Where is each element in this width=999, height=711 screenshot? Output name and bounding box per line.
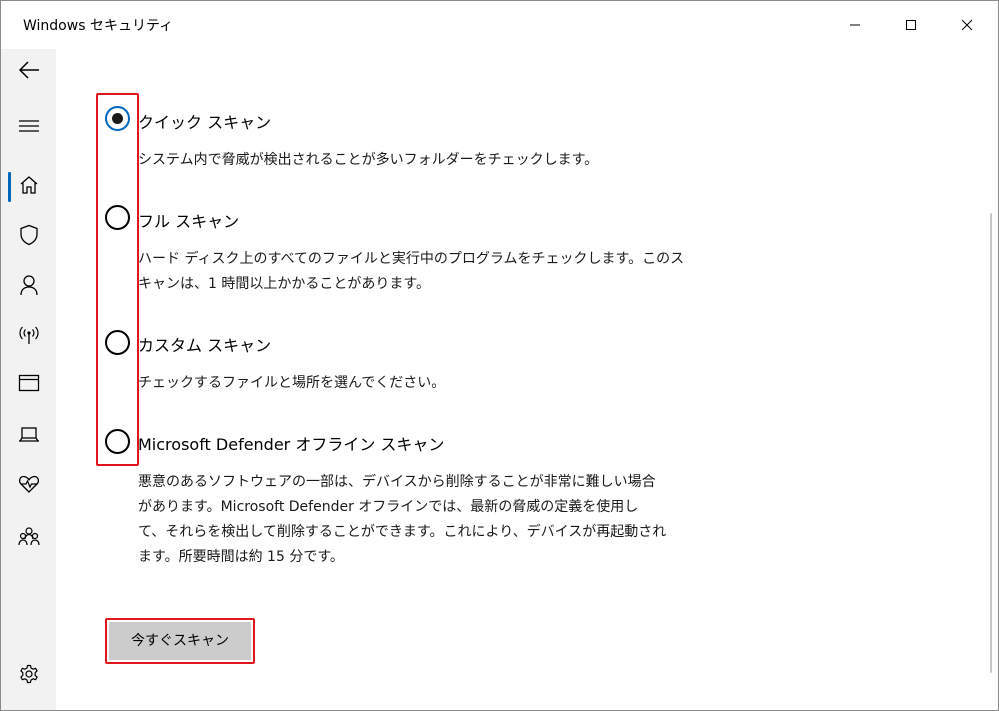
maximize-icon — [906, 20, 916, 30]
custom-scan-label[interactable]: カスタム スキャン — [138, 332, 271, 356]
close-button[interactable] — [939, 1, 995, 49]
sidebar-item-firewall[interactable] — [1, 311, 56, 359]
app-window: Windows セキュリティ クイック スキャン システム内で脅威が検出されるこ… — [0, 0, 999, 711]
offline-scan-description: 悪意のあるソフトウェアの一部は、デバイスから削除することが非常に難しい場合 があ… — [138, 474, 667, 565]
quick-scan-description: システム内で脅威が検出されることが多いフォルダーをチェックします。 — [138, 152, 599, 168]
app-browser-icon — [18, 374, 39, 392]
back-arrow-icon — [18, 61, 39, 79]
wireless-antenna-icon — [18, 326, 39, 344]
back-button[interactable] — [1, 46, 56, 94]
sidebar-item-app-browser[interactable] — [1, 359, 56, 407]
custom-scan-description: チェックするファイルと場所を選んでください。 — [138, 375, 446, 391]
minimize-icon — [850, 24, 860, 26]
maximize-button[interactable] — [883, 1, 939, 49]
sidebar-item-settings[interactable] — [1, 650, 56, 698]
quick-scan-label[interactable]: クイック スキャン — [138, 109, 271, 133]
radio-highlight-box — [96, 93, 139, 466]
full-scan-label[interactable]: フル スキャン — [138, 208, 239, 232]
sidebar-item-device-health[interactable] — [1, 460, 56, 508]
home-icon — [20, 176, 37, 194]
close-icon — [961, 19, 973, 31]
shield-icon — [19, 224, 38, 246]
button-highlight-box — [105, 618, 255, 664]
family-icon — [17, 527, 40, 546]
hamburger-menu-button[interactable] — [1, 102, 56, 150]
sidebar-item-device-security[interactable] — [1, 411, 56, 459]
active-nav-indicator — [8, 172, 11, 202]
hamburger-menu-icon — [18, 120, 39, 132]
sidebar-item-account[interactable] — [1, 261, 56, 309]
full-scan-description: ハード ディスク上のすべてのファイルと実行中のプログラムをチェックします。このス… — [138, 251, 685, 292]
minimize-button[interactable] — [827, 1, 883, 49]
laptop-icon — [18, 427, 39, 442]
person-icon — [19, 275, 38, 296]
offline-scan-label[interactable]: Microsoft Defender オフライン スキャン — [138, 431, 444, 455]
gear-icon — [19, 664, 38, 684]
window-title: Windows セキュリティ — [23, 18, 174, 34]
heart-pulse-icon — [18, 475, 39, 493]
sidebar-item-virus-protection[interactable] — [1, 211, 56, 259]
sidebar-item-family-options[interactable] — [1, 512, 56, 560]
title-bar[interactable]: Windows セキュリティ — [1, 1, 998, 49]
vertical-scrollbar[interactable] — [990, 213, 992, 673]
